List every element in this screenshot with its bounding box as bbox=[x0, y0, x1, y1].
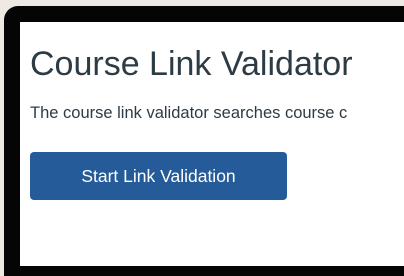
page-description: The course link validator searches cours… bbox=[30, 104, 348, 122]
device-frame: Course Link Validator The course link va… bbox=[4, 6, 404, 276]
validator-panel: Course Link Validator The course link va… bbox=[20, 22, 404, 266]
page-title: Course Link Validator bbox=[30, 45, 353, 83]
start-link-validation-button[interactable]: Start Link Validation bbox=[30, 152, 287, 200]
